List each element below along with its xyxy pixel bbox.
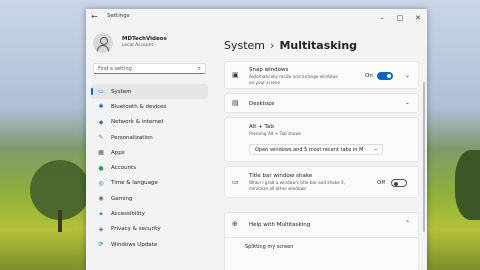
sidebar-item-system[interactable]: ▭ System [91, 84, 208, 100]
close-button[interactable]: ✕ [409, 9, 427, 27]
minimize-button[interactable]: – [373, 9, 391, 27]
sidebar-item-personalization[interactable]: ✎ Personalization [91, 130, 208, 145]
alt-tab-title: Alt + Tab [249, 124, 274, 130]
chevron-down-icon[interactable]: ⌄ [405, 99, 410, 106]
sidebar-item-label: Privacy & security [111, 226, 161, 233]
search-icon[interactable]: ⌕ [198, 65, 201, 73]
desktops-card[interactable]: ▤ Desktops ⌄ [224, 93, 419, 113]
brush-icon: ✎ [98, 134, 104, 142]
shake-toggle-state: Off [377, 180, 386, 186]
snap-layout-icon: ▣ [232, 71, 239, 79]
alt-tab-selected: Open windows and 5 most recent tabs in M [255, 147, 364, 153]
snap-windows-title: Snap windows [249, 67, 289, 73]
window-shake-icon: ▭ [232, 178, 239, 186]
window-controls: – □ ✕ [373, 9, 427, 27]
wifi-icon: ◆ [98, 118, 104, 126]
maximize-button[interactable]: □ [391, 9, 409, 27]
snap-windows-toggle[interactable] [377, 72, 393, 80]
settings-window: ← Settings – □ ✕ MDTechVideos Local Acco… [86, 9, 427, 270]
sidebar-item-bluetooth-devices[interactable]: ✱ Bluetooth & devices [91, 99, 208, 114]
sidebar-item-label: Apps [111, 149, 125, 156]
background-tree-right [455, 150, 480, 220]
scrollbar[interactable] [423, 82, 425, 232]
snap-windows-description: Automatically resize and arrange windows… [249, 74, 338, 85]
help-card: ⊕ Help with Multitasking ⌃ Splitting my … [224, 212, 419, 270]
avatar[interactable] [93, 33, 113, 53]
search-input[interactable]: Find a setting ⌕ [93, 63, 206, 74]
shield-icon: ◈ [98, 225, 104, 233]
sidebar-item-time-language[interactable]: ◎ Time & language [91, 176, 208, 191]
alt-tab-card: Alt + Tab Pressing Alt + Tab shows Open … [224, 117, 419, 162]
sidebar-item-apps[interactable]: ▦ Apps [91, 145, 208, 160]
sidebar-item-accounts[interactable]: ● Accounts [91, 160, 208, 175]
sidebar-item-label: Network & internet [111, 119, 164, 126]
desktops-icon: ▤ [232, 99, 239, 107]
title-bar-shake-description: When I grab a window's title bar and sha… [249, 180, 346, 191]
gamepad-icon: ◉ [98, 195, 104, 203]
accessibility-icon: ✦ [98, 210, 104, 218]
splitting-screen-link[interactable]: Splitting my screen [245, 244, 293, 250]
sidebar-item-label: Windows Update [111, 241, 158, 248]
background-tree-trunk [58, 210, 62, 232]
sidebar-item-privacy-security[interactable]: ◈ Privacy & security [91, 222, 208, 237]
help-title: Help with Multitasking [249, 222, 311, 228]
globe-icon: ⊕ [232, 220, 238, 228]
alt-tab-description: Pressing Alt + Tab shows [249, 131, 302, 136]
user-name: MDTechVideos [122, 36, 167, 42]
sidebar: MDTechVideos Local Account Find a settin… [86, 27, 212, 270]
breadcrumb: System › Multitasking [224, 39, 357, 52]
alt-tab-dropdown[interactable]: Open windows and 5 most recent tabs in M… [249, 144, 383, 155]
breadcrumb-separator: › [270, 39, 275, 52]
sidebar-item-windows-update[interactable]: ⟳ Windows Update [91, 237, 208, 252]
divider [225, 237, 418, 238]
apps-icon: ▦ [98, 149, 104, 157]
snap-windows-card[interactable]: ▣ Snap windows Automatically resize and … [224, 61, 419, 89]
sidebar-item-label: System [111, 88, 132, 95]
sidebar-item-gaming[interactable]: ◉ Gaming [91, 191, 208, 206]
person-icon: ● [98, 164, 104, 172]
bluetooth-icon: ✱ [98, 103, 104, 111]
globe-clock-icon: ◎ [98, 179, 104, 187]
sidebar-item-label: Accounts [111, 165, 137, 172]
avatar-body-icon [97, 45, 109, 53]
monitor-icon: ▭ [98, 88, 104, 96]
search-placeholder: Find a setting [98, 66, 132, 72]
sidebar-item-label: Personalization [111, 134, 153, 141]
sidebar-nav: ▭ System ✱ Bluetooth & devices ◆ Network & in… [91, 84, 208, 252]
avatar-head-icon [100, 37, 108, 45]
breadcrumb-parent[interactable]: System [224, 39, 265, 52]
app-title: Settings [107, 13, 130, 19]
sidebar-item-network-internet[interactable]: ◆ Network & internet [91, 115, 208, 130]
title-bar: ← Settings – □ ✕ [86, 9, 427, 27]
sidebar-item-label: Time & language [111, 180, 158, 187]
title-bar-shake-card[interactable]: ▭ Title bar window shake When I grab a w… [224, 166, 419, 198]
update-icon: ⟳ [98, 241, 104, 249]
title-bar-shake-title: Title bar window shake [249, 173, 313, 179]
title-bar-shake-toggle[interactable] [391, 179, 407, 187]
chevron-down-icon: ⌄ [373, 146, 378, 152]
back-arrow-icon[interactable]: ← [91, 12, 98, 21]
chevron-down-icon[interactable]: ⌄ [405, 72, 410, 79]
sidebar-item-label: Accessibility [111, 211, 145, 218]
main-content: System › Multitasking ▣ Snap windows Autom… [216, 27, 427, 270]
snap-toggle-state: On [365, 73, 373, 79]
sidebar-item-label: Bluetooth & devices [111, 103, 167, 110]
sidebar-item-label: Gaming [111, 195, 133, 202]
page-title: Multitasking [279, 39, 358, 52]
account-type: Local Account [122, 43, 154, 48]
desktops-title: Desktops [249, 101, 275, 107]
chevron-up-icon[interactable]: ⌃ [405, 220, 410, 227]
sidebar-item-accessibility[interactable]: ✦ Accessibility [91, 206, 208, 221]
